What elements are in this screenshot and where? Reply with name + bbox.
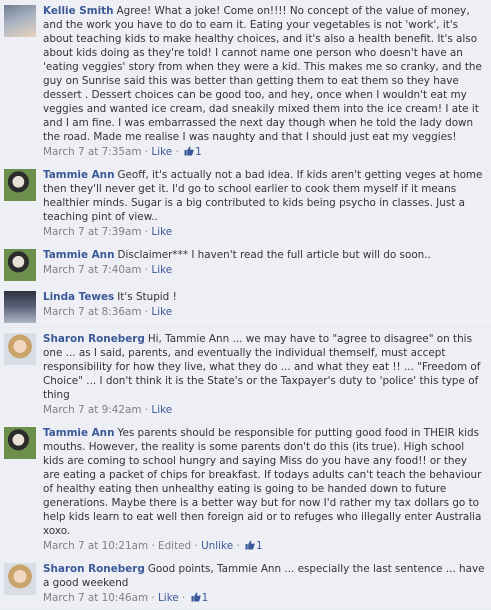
comment: Sharon Roneberg Good points, Tammie Ann .… bbox=[0, 558, 491, 610]
comment-meta: March 7 at 10:46am · Like · 1 bbox=[43, 591, 485, 605]
comment: Tammie Ann Disclaimer*** I haven't read t… bbox=[0, 244, 491, 286]
comment-timestamp[interactable]: March 7 at 7:40am bbox=[43, 264, 141, 276]
comment-author[interactable]: Tammie Ann bbox=[43, 169, 114, 181]
comment-body: Tammie Ann Geoff, it's actually not a bad… bbox=[43, 168, 485, 239]
separator: · bbox=[151, 592, 155, 604]
comment-meta: March 7 at 9:42am · Like bbox=[43, 403, 485, 417]
like-button[interactable]: Like bbox=[151, 404, 172, 416]
separator: · bbox=[182, 592, 186, 604]
separator: · bbox=[144, 404, 149, 416]
avatar[interactable] bbox=[4, 333, 36, 365]
comment-author[interactable]: Tammie Ann bbox=[43, 427, 114, 439]
comment-text: Yes parents should be responsible for pu… bbox=[43, 427, 482, 537]
comment-text-block: Sharon Roneberg Good points, Tammie Ann .… bbox=[43, 562, 485, 590]
comment-text-block: Tammie Ann Geoff, it's actually not a bad… bbox=[43, 168, 485, 224]
avatar[interactable] bbox=[4, 563, 36, 595]
comment-meta: March 7 at 8:36am · Like bbox=[43, 305, 485, 319]
comment-timestamp[interactable]: March 7 at 9:42am bbox=[43, 404, 141, 416]
separator: · bbox=[144, 264, 149, 276]
comment-author[interactable]: Kellie Smith bbox=[43, 5, 114, 17]
like-count-value: 1 bbox=[195, 146, 202, 158]
thumbs-up-icon bbox=[245, 540, 255, 550]
like-button[interactable]: Like bbox=[158, 592, 179, 604]
comment-body: Kellie Smith Agree! What a joke! Come on!… bbox=[43, 4, 485, 159]
like-count-value: 1 bbox=[201, 592, 209, 604]
like-count[interactable]: 1 bbox=[243, 540, 263, 552]
comment-text: It's Stupid ! bbox=[117, 291, 177, 303]
thumbs-up-icon bbox=[191, 592, 201, 602]
like-button[interactable]: Like bbox=[151, 264, 172, 276]
comment: Sharon Roneberg Hi, Tammie Ann ... we may… bbox=[0, 328, 491, 422]
comment-text: Disclaimer*** I haven't read the full ar… bbox=[117, 249, 431, 261]
comment: Tammie Ann Yes parents should be responsi… bbox=[0, 422, 491, 558]
separator: · bbox=[144, 306, 149, 318]
comment-author[interactable]: Linda Tewes bbox=[43, 291, 114, 303]
comment-meta: March 7 at 10:21am · Edited · Unlike · 1 bbox=[43, 539, 485, 553]
comment: Tammie Ann Geoff, it's actually not a bad… bbox=[0, 164, 491, 244]
comment-meta: March 7 at 7:40am · Like bbox=[43, 263, 485, 277]
comment-text: Agree! What a joke! Come on!!!! No conce… bbox=[43, 5, 482, 143]
comment: Kellie Smith Agree! What a joke! Come on!… bbox=[0, 0, 491, 164]
separator: · bbox=[144, 146, 149, 158]
comment: Linda Tewes It's Stupid ! March 7 at 8:36… bbox=[0, 286, 491, 328]
avatar[interactable] bbox=[4, 5, 36, 37]
comment-body: Tammie Ann Disclaimer*** I haven't read t… bbox=[43, 248, 485, 277]
comment-timestamp[interactable]: March 7 at 10:21am bbox=[43, 540, 148, 552]
comment-text-block: Linda Tewes It's Stupid ! bbox=[43, 290, 485, 304]
comment-meta: March 7 at 7:35am · Like · 1 bbox=[43, 145, 485, 159]
avatar[interactable] bbox=[4, 291, 36, 323]
unlike-button[interactable]: Unlike bbox=[201, 540, 233, 552]
comment-timestamp[interactable]: March 7 at 10:46am bbox=[43, 592, 148, 604]
like-button[interactable]: Like bbox=[151, 146, 172, 158]
comment-text-block: Kellie Smith Agree! What a joke! Come on!… bbox=[43, 4, 485, 144]
comment-author[interactable]: Sharon Roneberg bbox=[43, 333, 145, 345]
comment-timestamp[interactable]: March 7 at 7:35am bbox=[43, 146, 141, 158]
comment-text-block: Tammie Ann Yes parents should be responsi… bbox=[43, 426, 485, 538]
separator: · bbox=[151, 540, 155, 552]
edited-label[interactable]: Edited bbox=[158, 540, 191, 552]
like-button[interactable]: Like bbox=[151, 306, 172, 318]
thumbs-up-icon bbox=[184, 146, 194, 156]
avatar[interactable] bbox=[4, 169, 36, 201]
like-button[interactable]: Like bbox=[151, 226, 172, 238]
comment-thread: Kellie Smith Agree! What a joke! Come on!… bbox=[0, 0, 491, 610]
comment-author[interactable]: Sharon Roneberg bbox=[43, 563, 145, 575]
comment-text-block: Sharon Roneberg Hi, Tammie Ann ... we may… bbox=[43, 332, 485, 402]
like-count[interactable]: 1 bbox=[182, 146, 202, 158]
like-count[interactable]: 1 bbox=[189, 592, 209, 604]
comment-body: Tammie Ann Yes parents should be responsi… bbox=[43, 426, 485, 553]
comment-body: Sharon Roneberg Good points, Tammie Ann .… bbox=[43, 562, 485, 605]
comment-text-block: Tammie Ann Disclaimer*** I haven't read t… bbox=[43, 248, 485, 262]
separator: · bbox=[144, 226, 149, 238]
avatar[interactable] bbox=[4, 249, 36, 281]
like-count-value: 1 bbox=[256, 540, 263, 552]
separator: · bbox=[175, 146, 179, 158]
separator: · bbox=[236, 540, 240, 552]
comment-meta: March 7 at 7:39am · Like bbox=[43, 225, 485, 239]
comment-body: Sharon Roneberg Hi, Tammie Ann ... we may… bbox=[43, 332, 485, 417]
comment-author[interactable]: Tammie Ann bbox=[43, 249, 114, 261]
separator: · bbox=[194, 540, 198, 552]
comment-timestamp[interactable]: March 7 at 8:36am bbox=[43, 306, 141, 318]
comment-timestamp[interactable]: March 7 at 7:39am bbox=[43, 226, 141, 238]
avatar[interactable] bbox=[4, 427, 36, 459]
comment-body: Linda Tewes It's Stupid ! March 7 at 8:36… bbox=[43, 290, 485, 319]
